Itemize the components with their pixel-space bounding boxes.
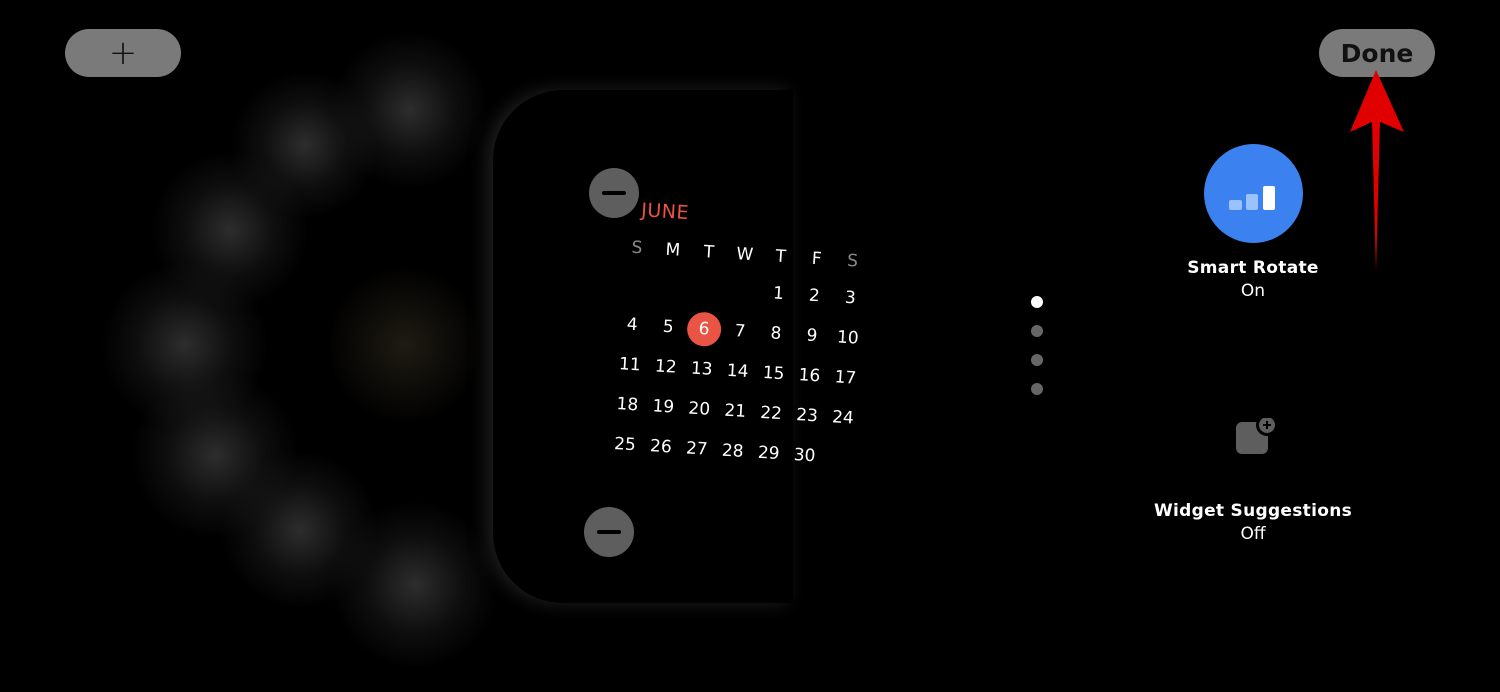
smart-rotate-toggle[interactable]	[1204, 144, 1303, 243]
page-dot[interactable]	[1031, 296, 1043, 308]
calendar-day: 12	[654, 356, 678, 378]
calendar-day: 5	[662, 316, 675, 338]
weekday-header: S	[846, 250, 859, 272]
calendar-grid: S M T W T F S 1 2 3 4 5 6 7 8 9 10 11 12 13 14 15 16 17 18 19 20 21…	[606, 230, 880, 479]
calendar-day: 3	[844, 287, 857, 309]
calendar-day	[821, 437, 859, 479]
page-dot[interactable]	[1031, 325, 1043, 337]
widget-suggestions-status: Off	[1240, 524, 1266, 544]
calendar-day: 15	[762, 362, 785, 385]
page-dot[interactable]	[1031, 383, 1043, 395]
calendar-day: 17	[834, 367, 857, 389]
calendar-day: 23	[795, 405, 819, 427]
page-indicator[interactable]	[1031, 296, 1043, 412]
calendar-day: 14	[726, 360, 750, 383]
weekday-header: F	[811, 248, 823, 270]
weekday-header: T	[703, 242, 715, 263]
weekday-header: T	[774, 246, 787, 268]
calendar-day	[616, 264, 654, 306]
calendar-day: 22	[759, 402, 783, 425]
calendar-day: 30	[793, 444, 817, 467]
calendar-day: 7	[734, 321, 747, 342]
calendar-day: 13	[690, 358, 714, 380]
weekday-header: S	[630, 237, 643, 259]
calendar-day: 11	[618, 354, 642, 376]
calendar-day: 26	[649, 436, 673, 458]
calendar-day	[651, 266, 689, 308]
remove-widget-button-bottom[interactable]	[584, 507, 634, 557]
calendar-day: 1	[772, 283, 785, 305]
calendar-day: 4	[626, 314, 639, 336]
calendar-day	[687, 268, 725, 310]
calendar-day-today: 6	[685, 308, 723, 350]
calendar-day: 28	[721, 440, 745, 462]
calendar-day: 27	[685, 438, 709, 460]
widget-add-icon[interactable]	[1236, 418, 1280, 458]
smart-rotate-status: On	[1240, 281, 1266, 301]
page-dot[interactable]	[1031, 354, 1043, 366]
calendar: JUNE S M T W T F S 1 2 3 4 5 6 7 8 9 10 11 12 13 14 15 16 17 18 1…	[606, 198, 882, 479]
calendar-day: 20	[687, 398, 711, 420]
calendar-day: 18	[615, 394, 639, 416]
weekday-header: M	[664, 239, 681, 261]
calendar-day: 29	[757, 442, 781, 465]
add-widget-button[interactable]: +	[65, 29, 181, 77]
calendar-day: 10	[836, 327, 860, 349]
calendar-day: 25	[613, 433, 637, 456]
weekday-header: W	[735, 244, 754, 266]
calendar-day	[723, 270, 761, 312]
plus-icon: +	[108, 33, 138, 73]
calendar-day: 9	[805, 325, 818, 347]
calendar-day: 24	[831, 407, 855, 429]
calendar-day: 19	[651, 396, 675, 418]
calendar-day: 16	[798, 365, 821, 387]
calendar-day: 21	[723, 400, 747, 422]
calendar-day: 8	[769, 323, 783, 344]
calendar-day: 2	[808, 285, 821, 307]
annotation-arrow-icon	[1350, 70, 1404, 272]
minus-icon	[602, 191, 626, 195]
widget-suggestions-label[interactable]: Widget Suggestions Off	[1123, 500, 1383, 546]
minus-icon	[597, 530, 621, 534]
